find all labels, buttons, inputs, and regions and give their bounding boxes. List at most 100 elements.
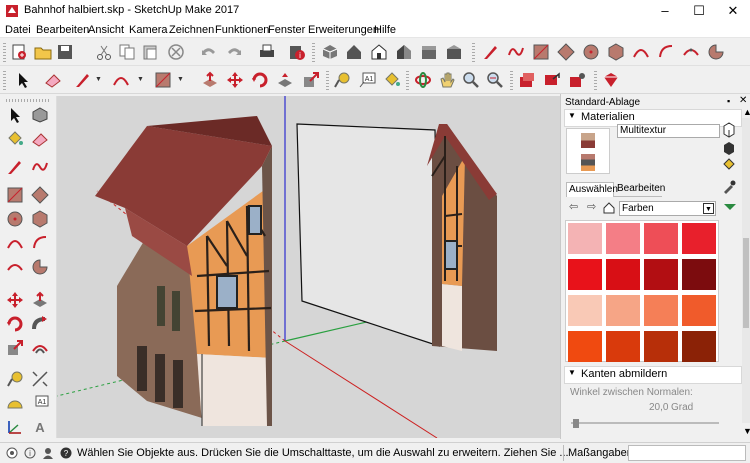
arc-icon[interactable] (632, 43, 650, 61)
freehand-tool-icon[interactable] (31, 158, 49, 176)
menu-datei[interactable]: Datei (5, 24, 31, 36)
save-icon[interactable] (56, 43, 74, 61)
select-tool-icon[interactable] (6, 106, 24, 124)
model-info-icon[interactable]: i (288, 43, 306, 61)
color-swatch[interactable] (682, 295, 716, 326)
color-swatch[interactable] (644, 295, 678, 326)
tray-close-icon[interactable]: ✕ (739, 95, 747, 106)
pan-hand-icon[interactable] (438, 71, 456, 89)
toolbar-grip[interactable] (594, 71, 597, 90)
copy-icon[interactable] (118, 43, 136, 61)
rotated-rectangle-icon[interactable] (557, 43, 575, 61)
freehand-icon[interactable] (507, 43, 525, 61)
color-swatch[interactable] (644, 331, 678, 362)
move-tool-icon[interactable] (6, 291, 24, 309)
zoom-icon[interactable] (462, 71, 480, 89)
pie-tool-icon[interactable] (31, 258, 49, 276)
home-icon[interactable] (603, 202, 615, 214)
menu-zeichnen[interactable]: Zeichnen (169, 24, 214, 36)
rotated-rectangle-tool-icon[interactable] (31, 186, 49, 204)
follow-me-icon[interactable] (276, 71, 294, 89)
arc-tool-icon[interactable] (112, 71, 130, 89)
color-swatch[interactable] (568, 331, 602, 362)
arc-tool-left-icon[interactable] (6, 234, 24, 252)
create-material-icon[interactable] (722, 141, 736, 155)
tray-pin-icon[interactable]: ▪ (727, 96, 730, 106)
left-view-icon[interactable] (445, 43, 463, 61)
text-label-tool-icon[interactable]: A1 (31, 394, 49, 412)
make-component-icon[interactable] (31, 106, 49, 124)
iso-view-icon[interactable] (321, 43, 339, 61)
menu-funktionen[interactable]: Funktionen (215, 24, 269, 36)
erase-icon[interactable] (167, 43, 185, 61)
toolbar-grip[interactable] (510, 71, 513, 90)
open-folder-icon[interactable] (34, 43, 52, 61)
menu-hilfe[interactable]: Hilfe (374, 24, 396, 36)
material-name-field[interactable]: Multitextur (617, 124, 720, 138)
color-swatch[interactable] (606, 295, 640, 326)
push-pull-icon[interactable] (201, 71, 219, 89)
rectangle-tool-icon[interactable] (6, 186, 24, 204)
color-swatch[interactable] (644, 259, 678, 290)
text-tool-icon[interactable]: A1 (358, 71, 376, 89)
share-component-icon[interactable] (568, 71, 586, 89)
shape-rectangle-icon[interactable] (154, 71, 172, 89)
back-view-icon[interactable] (420, 43, 438, 61)
user-icon[interactable] (42, 447, 54, 459)
push-pull-tool-icon[interactable] (31, 291, 49, 309)
pie-icon[interactable] (707, 43, 725, 61)
undo-icon[interactable] (200, 43, 218, 61)
paint-bucket-icon[interactable] (383, 71, 401, 89)
paint-bucket-tool-icon[interactable] (6, 130, 24, 148)
details-arrow-icon[interactable] (722, 200, 738, 214)
toolbar-grip[interactable] (326, 71, 329, 90)
three-point-arc-tool-icon[interactable] (6, 258, 24, 276)
eraser-icon[interactable] (44, 71, 62, 89)
menu-kamera[interactable]: Kamera (129, 24, 168, 36)
maximize-button[interactable]: ☐ (682, 0, 716, 22)
top-view-icon[interactable] (345, 43, 363, 61)
three-point-arc-icon[interactable] (682, 43, 700, 61)
circle-icon[interactable] (582, 43, 600, 61)
paste-icon[interactable] (141, 43, 159, 61)
toolbar-grip[interactable] (3, 71, 6, 90)
follow-me-tool-icon[interactable] (31, 315, 49, 333)
tab-auswaehlen[interactable]: Auswählen (566, 182, 618, 197)
dropdown-arrow-icon[interactable]: ▼ (95, 76, 102, 83)
color-swatch[interactable] (644, 223, 678, 254)
display-secondary-icon[interactable] (722, 122, 736, 138)
geo-location-icon[interactable] (6, 447, 18, 459)
line-pencil-icon[interactable] (74, 71, 92, 89)
menu-ansicht[interactable]: Ansicht (88, 24, 124, 36)
front-view-icon[interactable] (370, 43, 388, 61)
dropdown-arrow-icon[interactable]: ▼ (703, 203, 714, 214)
rotate-icon[interactable] (251, 71, 269, 89)
color-swatch[interactable] (606, 259, 640, 290)
color-swatch[interactable] (682, 331, 716, 362)
credits-icon[interactable]: i (24, 447, 36, 459)
circle-tool-icon[interactable] (6, 210, 24, 228)
pencil-icon[interactable] (482, 43, 500, 61)
angle-slider-track[interactable] (571, 422, 719, 424)
tape-measure-tool-icon[interactable] (6, 370, 24, 388)
color-swatch[interactable] (568, 223, 602, 254)
model-viewport[interactable] (57, 96, 560, 438)
polygon-tool-icon[interactable] (31, 210, 49, 228)
orbit-icon[interactable] (414, 71, 432, 89)
close-button[interactable]: ✕ (716, 0, 750, 22)
move-icon[interactable] (226, 71, 244, 89)
forward-arrow-icon[interactable]: ⇨ (587, 200, 596, 213)
color-swatch[interactable] (606, 223, 640, 254)
angle-slider-thumb[interactable] (573, 419, 579, 428)
zoom-extents-icon[interactable] (486, 71, 504, 89)
color-swatch[interactable] (606, 331, 640, 362)
scale-icon[interactable] (302, 71, 320, 89)
protractor-tool-icon[interactable] (6, 394, 24, 412)
axes-tool-icon[interactable] (6, 418, 24, 436)
color-swatch[interactable] (568, 295, 602, 326)
scroll-down-icon[interactable]: ▼ (743, 426, 750, 436)
cut-icon[interactable] (95, 43, 113, 61)
warehouse-icon[interactable] (518, 71, 536, 89)
toolbar-grip[interactable] (472, 43, 475, 62)
scroll-up-icon[interactable]: ▲ (743, 107, 750, 117)
